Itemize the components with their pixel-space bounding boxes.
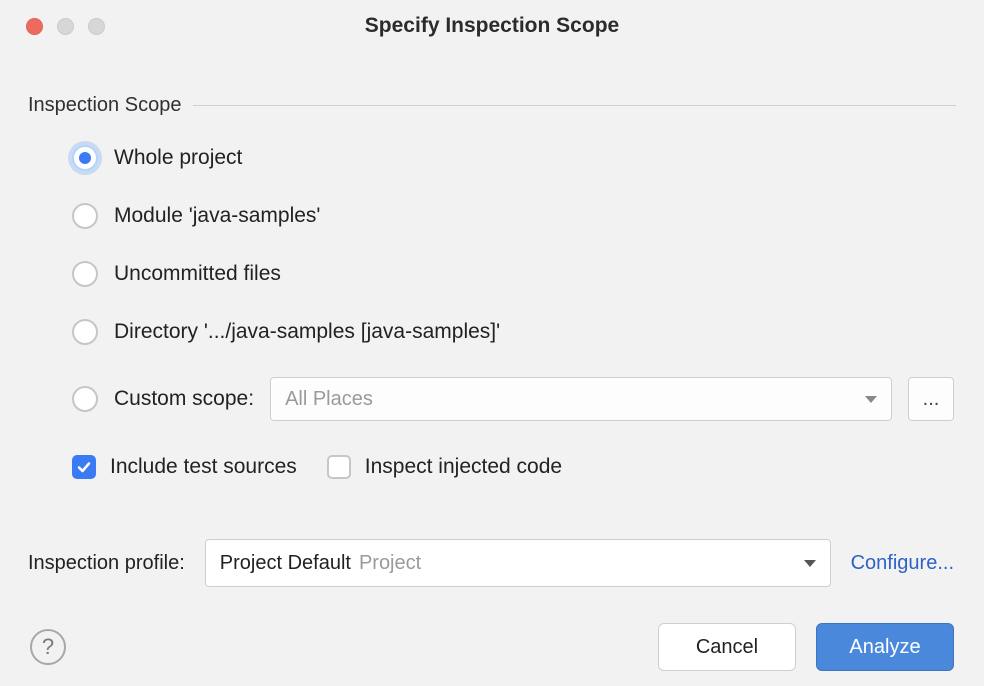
- radio-directory[interactable]: [72, 319, 98, 345]
- scope-radio-group: Whole project Module 'java-samples' Unco…: [28, 145, 956, 421]
- window-title: Specify Inspection Scope: [0, 14, 984, 38]
- radio-directory-row[interactable]: Directory '.../java-samples [java-sample…: [72, 319, 956, 345]
- chevron-down-icon: [865, 396, 877, 403]
- radio-module-row[interactable]: Module 'java-samples': [72, 203, 956, 229]
- radio-custom-scope-label: Custom scope:: [114, 387, 254, 411]
- custom-scope-value: All Places: [285, 388, 373, 411]
- include-tests-item[interactable]: Include test sources: [72, 455, 297, 479]
- profile-value: Project Default: [220, 552, 351, 575]
- window-close-button[interactable]: [26, 18, 43, 35]
- inspect-injected-item[interactable]: Inspect injected code: [327, 455, 562, 479]
- radio-uncommitted-label: Uncommitted files: [114, 262, 281, 286]
- section-title: Inspection Scope: [28, 94, 181, 117]
- window-maximize-button[interactable]: [88, 18, 105, 35]
- include-tests-checkbox[interactable]: [72, 455, 96, 479]
- profile-sub: Project: [359, 552, 421, 575]
- radio-module[interactable]: [72, 203, 98, 229]
- chevron-down-icon: [804, 560, 816, 567]
- radio-whole-project-row[interactable]: Whole project: [72, 145, 956, 171]
- titlebar: Specify Inspection Scope: [0, 0, 984, 52]
- analyze-button[interactable]: Analyze: [816, 623, 954, 671]
- profile-row: Inspection profile: Project Default Proj…: [28, 539, 956, 587]
- section-header: Inspection Scope: [28, 94, 956, 117]
- inspect-injected-checkbox[interactable]: [327, 455, 351, 479]
- checkbox-row: Include test sources Inspect injected co…: [28, 455, 956, 479]
- radio-custom-scope[interactable]: [72, 386, 98, 412]
- window-minimize-button[interactable]: [57, 18, 74, 35]
- radio-whole-project-label: Whole project: [114, 146, 242, 170]
- radio-directory-label: Directory '.../java-samples [java-sample…: [114, 320, 500, 344]
- radio-uncommitted-row[interactable]: Uncommitted files: [72, 261, 956, 287]
- inspect-injected-label: Inspect injected code: [365, 455, 562, 479]
- section-divider: [193, 105, 956, 106]
- footer: ? Cancel Analyze: [28, 623, 956, 671]
- cancel-button[interactable]: Cancel: [658, 623, 796, 671]
- dialog-content: Inspection Scope Whole project Module 'j…: [0, 52, 984, 671]
- custom-scope-browse-button[interactable]: ...: [908, 377, 954, 421]
- help-icon: ?: [42, 634, 54, 660]
- ellipsis-icon: ...: [923, 388, 940, 411]
- traffic-lights: [0, 18, 105, 35]
- radio-whole-project[interactable]: [72, 145, 98, 171]
- profile-label: Inspection profile:: [28, 552, 185, 575]
- configure-link[interactable]: Configure...: [851, 552, 954, 575]
- button-row: Cancel Analyze: [658, 623, 954, 671]
- analyze-button-label: Analyze: [849, 636, 920, 659]
- radio-uncommitted[interactable]: [72, 261, 98, 287]
- custom-scope-combo[interactable]: All Places: [270, 377, 892, 421]
- help-button[interactable]: ?: [30, 629, 66, 665]
- cancel-button-label: Cancel: [696, 636, 758, 659]
- radio-custom-scope-row: Custom scope: All Places ...: [72, 377, 956, 421]
- check-icon: [76, 459, 92, 475]
- include-tests-label: Include test sources: [110, 455, 297, 479]
- profile-combo[interactable]: Project Default Project: [205, 539, 831, 587]
- radio-module-label: Module 'java-samples': [114, 204, 320, 228]
